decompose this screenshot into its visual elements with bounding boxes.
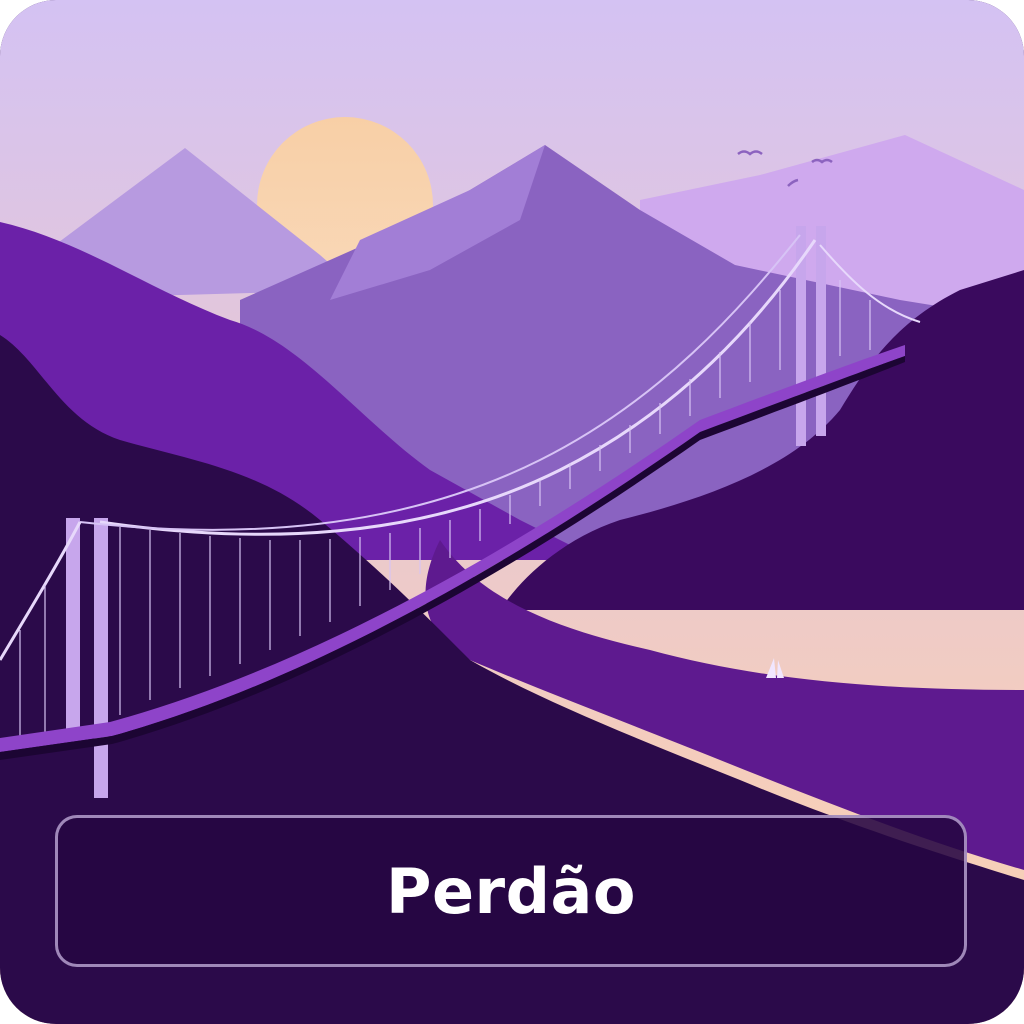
bridge-tower-left-b xyxy=(94,518,108,798)
flashcard[interactable]: Perdão xyxy=(0,0,1024,1024)
label-panel: Perdão xyxy=(55,815,967,967)
card-label: Perdão xyxy=(386,854,636,928)
bridge-tower-left-a xyxy=(66,518,80,738)
bridge-tower-right-b xyxy=(816,226,826,436)
